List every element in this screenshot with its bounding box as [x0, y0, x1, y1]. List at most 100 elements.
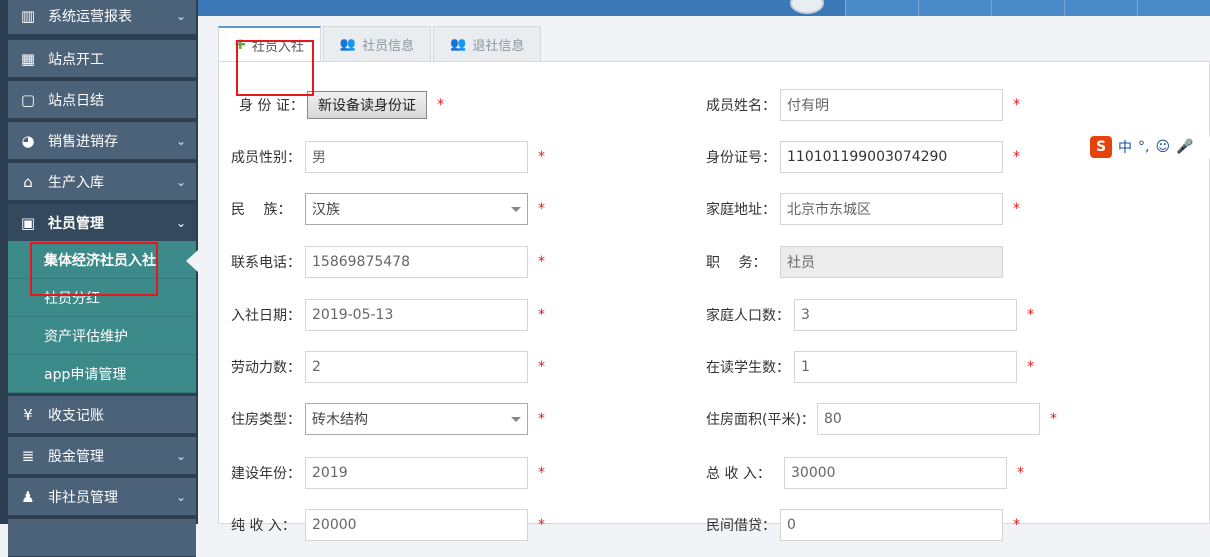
- field-build-year: 建设年份： 2019 *: [231, 457, 545, 489]
- build-year-input[interactable]: 2019: [305, 457, 528, 489]
- sidebar-item-label: 系统运营报表: [48, 8, 132, 25]
- required-mark: *: [538, 517, 545, 533]
- header-tab[interactable]: [918, 0, 991, 16]
- student-count-input[interactable]: 1: [794, 351, 1017, 383]
- person-icon: ♟: [21, 487, 35, 506]
- join-date-input[interactable]: 2019-05-13: [305, 299, 528, 331]
- field-label: 家庭人口数：: [706, 308, 790, 324]
- field-gender: 成员性别： 男 *: [231, 141, 545, 173]
- required-mark: *: [1013, 201, 1020, 217]
- sidebar-item-sales-inventory[interactable]: ◕ 销售进销存 ⌄: [8, 122, 196, 160]
- field-ethnicity: 民 族： 汉族 *: [231, 193, 545, 225]
- field-private-loan: 民间借贷： 0 *: [706, 509, 1020, 541]
- required-mark: *: [1017, 465, 1024, 481]
- total-income-input[interactable]: 30000: [784, 457, 1007, 489]
- sidebar-item-label: 非社员管理: [48, 489, 118, 506]
- housing-type-select[interactable]: 砖木结构: [305, 403, 528, 435]
- bank-icon: ⌂: [23, 172, 33, 191]
- labor-count-input[interactable]: 2: [305, 351, 528, 383]
- emoji-icon[interactable]: ☺: [1155, 139, 1170, 155]
- field-label: 民间借贷：: [706, 518, 776, 534]
- microphone-icon[interactable]: 🎤: [1176, 139, 1193, 155]
- field-labor-count: 劳动力数： 2 *: [231, 351, 545, 383]
- header-tab[interactable]: [1137, 0, 1210, 16]
- sidebar-item-production[interactable]: ⌂ 生产入库 ⌄: [8, 163, 196, 201]
- tab-label: 退社信息: [472, 39, 525, 54]
- net-income-input[interactable]: 20000: [305, 509, 528, 541]
- field-housing-type: 住房类型： 砖木结构 *: [231, 403, 545, 435]
- field-household-size: 家庭人口数： 3 *: [706, 299, 1034, 331]
- field-label: 成员姓名：: [706, 98, 776, 114]
- select-value: 汉族: [312, 202, 340, 218]
- field-id-number: 身份证号： 110101199003074290 *: [706, 141, 1020, 173]
- field-position: 职 务： 社员: [706, 246, 1003, 278]
- address-input[interactable]: 北京市东城区: [780, 193, 1003, 225]
- sidebar-item-station-close[interactable]: ▢ 站点日结: [8, 81, 196, 119]
- ime-toolbar[interactable]: S 中 °, ☺ 🎤: [1088, 134, 1210, 160]
- tab-label: 社员信息: [362, 39, 415, 54]
- phone-input[interactable]: 15869875478: [305, 246, 528, 278]
- required-mark: *: [538, 359, 545, 375]
- sidebar-item-more[interactable]: [8, 519, 196, 557]
- chevron-down-icon: [511, 416, 521, 422]
- field-label: 联系电话：: [231, 255, 301, 271]
- field-label: 民 族：: [231, 202, 292, 218]
- form-panel: 身 份 证： 新设备读身份证 * 成员姓名： 付有明 * 成员性别： 男 * 身…: [218, 61, 1210, 541]
- field-label: 总 收 入：: [706, 466, 771, 482]
- sidebar-item-label: 生产入库: [48, 174, 104, 191]
- chevron-down-icon: ⌄: [175, 448, 187, 463]
- calendar-blank-icon: ▢: [20, 90, 36, 109]
- database-icon: ≣: [21, 446, 35, 465]
- tab-member-info[interactable]: 👥 社员信息: [322, 26, 432, 62]
- field-label: 住房类型：: [231, 412, 301, 428]
- chat-bubble-icon[interactable]: [790, 0, 824, 14]
- field-label: 成员性别：: [231, 150, 301, 166]
- gender-input[interactable]: 男: [305, 141, 528, 173]
- required-mark: *: [1050, 411, 1057, 427]
- header-tab[interactable]: [1064, 0, 1137, 16]
- sidebar-item-share-capital[interactable]: ≣ 股金管理 ⌄: [8, 437, 196, 475]
- sidebar-item-reports[interactable]: ▥ 系统运营报表 ⌄: [8, 0, 196, 35]
- tab-withdrawal-info[interactable]: 👥 退社信息: [433, 26, 542, 62]
- punctuation-icon[interactable]: °,: [1138, 139, 1149, 155]
- sidebar-item-label: 站点日结: [48, 92, 104, 109]
- header-tab-strip: [845, 0, 1210, 16]
- required-mark: *: [538, 465, 545, 481]
- header-tab[interactable]: [991, 0, 1064, 16]
- submenu-item-asset-evaluation[interactable]: 资产评估维护: [8, 317, 196, 355]
- field-label: 纯 收 入：: [231, 518, 296, 534]
- required-mark: *: [538, 149, 545, 165]
- users-icon: 👥: [339, 37, 357, 52]
- ethnicity-select[interactable]: 汉族: [305, 193, 528, 225]
- required-mark: *: [437, 97, 444, 113]
- field-join-date: 入社日期： 2019-05-13 *: [231, 299, 545, 331]
- sidebar-item-label: 站点开工: [48, 51, 104, 68]
- id-number-input[interactable]: 110101199003074290: [780, 141, 1003, 173]
- ime-mode-indicator[interactable]: 中: [1118, 137, 1132, 157]
- field-phone: 联系电话： 15869875478 *: [231, 246, 545, 278]
- field-label: 家庭地址：: [706, 202, 776, 218]
- sidebar-item-member-management[interactable]: ▣ 社员管理 ⌄: [8, 204, 196, 242]
- field-label: 劳动力数：: [231, 360, 301, 376]
- field-label: 职 务：: [706, 255, 767, 271]
- yen-icon: ¥: [23, 405, 33, 424]
- household-size-input[interactable]: 3: [794, 299, 1017, 331]
- field-label: 住房面积(平米)：: [706, 412, 815, 428]
- required-mark: *: [538, 201, 545, 217]
- header-tab[interactable]: [845, 0, 918, 16]
- sidebar-item-label: 社员管理: [48, 215, 104, 232]
- sidebar-item-accounting[interactable]: ¥ 收支记账: [8, 396, 196, 434]
- submenu-item-app-application[interactable]: app申请管理: [8, 355, 196, 393]
- read-id-card-button[interactable]: 新设备读身份证: [307, 91, 427, 119]
- image-icon: ▣: [20, 213, 36, 232]
- required-mark: *: [538, 411, 545, 427]
- required-mark: *: [1013, 517, 1020, 533]
- private-loan-input[interactable]: 0: [780, 509, 1003, 541]
- active-item-caret: [186, 250, 198, 272]
- highlight-box-tab: [236, 40, 314, 96]
- sidebar-item-non-member[interactable]: ♟ 非社员管理 ⌄: [8, 478, 196, 516]
- housing-area-input[interactable]: 80: [817, 403, 1040, 435]
- sidebar-item-station-open[interactable]: ▦ 站点开工: [8, 40, 196, 78]
- highlight-box-submenu: [30, 242, 158, 296]
- member-name-input[interactable]: 付有明: [780, 89, 1003, 121]
